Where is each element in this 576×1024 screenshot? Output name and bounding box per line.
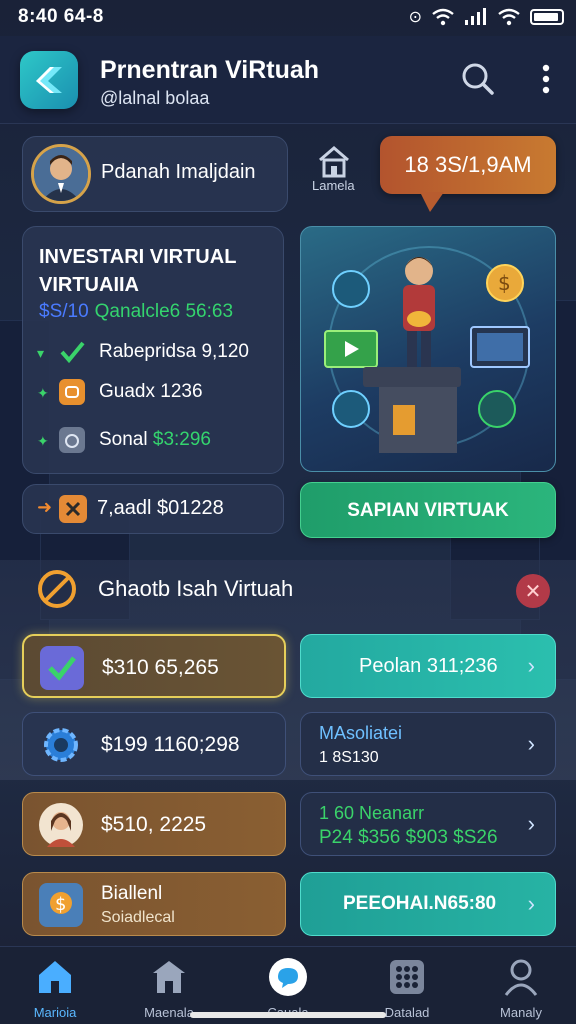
chevron-right-icon: ›: [527, 653, 535, 678]
list-action-title: MAsoliatei: [319, 723, 403, 743]
chevron-right-icon: ›: [527, 891, 535, 916]
list-action[interactable]: 1 60 Neanarr P24 $356 $903 $S26 ›: [300, 792, 556, 856]
list-item-title: Biallenl: [101, 883, 163, 904]
investment-card[interactable]: INVESTARI VIRTUAL VIRTUAIIA $S/10 Qanalcl…: [22, 226, 284, 474]
chevron-right-icon: ›: [527, 731, 535, 756]
signal-icon: [465, 8, 486, 25]
chevron-right-icon: ›: [527, 811, 535, 836]
app-title: Prnentran ViRtuah: [100, 56, 320, 84]
promo-text: 7,aadl $01228: [97, 497, 224, 519]
nav-item-profile[interactable]: Manaly: [476, 953, 566, 1020]
home-label: Lamela: [312, 178, 355, 193]
shield-icon: [59, 379, 85, 405]
store-icon: [153, 961, 185, 993]
check-badge-icon: [40, 646, 84, 690]
camera-icon: [59, 427, 85, 453]
list-value: $310 65,265: [102, 656, 219, 679]
nav-item-home[interactable]: Marioia: [10, 953, 100, 1020]
list-action-label: Peolan 311;236: [359, 655, 498, 677]
list-action-subtitle: P24 $356 $903 $S26: [319, 827, 498, 848]
app-header: Prnentran ViRtuah @lalnal bolaa: [0, 36, 576, 124]
list-item[interactable]: $199 1160;298: [22, 712, 286, 776]
woman-avatar-icon: [39, 803, 83, 847]
cta-label: SAPIAN VIRTUAK: [347, 500, 509, 521]
list-item[interactable]: $ Biallenl Soiadlecal: [22, 872, 286, 936]
list-value: $199 1160;298: [101, 733, 240, 756]
investment-row-text: Sonal $3:296: [99, 429, 212, 450]
bullet-icon: ✦: [37, 385, 49, 401]
investment-row-text: Rabepridsa 9,120: [99, 341, 249, 362]
home-indicator: [190, 1012, 386, 1018]
nav-label: Manaly: [500, 1005, 542, 1020]
list-action-label: PEEOHAI.N65:80: [343, 893, 497, 914]
time-bubble-text: 18 3S/1,9AM: [404, 152, 532, 177]
check-icon: [60, 341, 85, 364]
svg-text:$: $: [55, 894, 66, 915]
user-icon: [504, 959, 538, 996]
promo-row[interactable]: ➜ 7,aadl $01228: [22, 484, 284, 534]
investment-amount-detail: Qanalcle6 56:63: [94, 301, 234, 322]
list-item[interactable]: $510, 2225: [22, 792, 286, 856]
cta-button[interactable]: SAPIAN VIRTUAK: [300, 482, 556, 538]
bullet-icon: ✦: [37, 433, 49, 449]
alarm-icon: ⊙: [408, 9, 422, 26]
avatar: [31, 144, 91, 204]
list-action[interactable]: MAsoliatei 1 8S130 ›: [300, 712, 556, 776]
status-bar: 8:40 64-8 ⊙: [0, 0, 576, 34]
home-icon: [39, 961, 71, 993]
chat-icon: [269, 958, 307, 996]
list-action[interactable]: PEEOHAI.N65:80 ›: [300, 872, 556, 936]
investment-row[interactable]: ✦ Guadx 1236: [37, 377, 277, 407]
no-entry-icon: [38, 570, 76, 608]
nav-item-store[interactable]: Maenala: [124, 953, 214, 1020]
investor-illustration: $: [300, 226, 556, 472]
grid-icon: [390, 960, 424, 994]
list-item-subtitle: Soiadlecal: [101, 909, 175, 926]
list-action-subtitle: 1 8S130: [319, 749, 379, 766]
close-icon[interactable]: ✕: [516, 574, 550, 608]
nav-label: Marioia: [33, 1005, 77, 1020]
investor-scene-icon: $: [324, 246, 530, 453]
status-time: 8:40 64-8: [18, 6, 104, 27]
list-item[interactable]: $310 65,265: [22, 634, 286, 698]
time-bubble: 18 3S/1,9AM: [380, 136, 556, 212]
profile-card[interactable]: Pdanah Imaljdain: [22, 136, 288, 212]
app-logo: [20, 51, 78, 109]
profile-name: Pdanah Imaljdain: [101, 161, 256, 183]
investment-row[interactable]: ▾ Rabepridsa 9,120: [37, 337, 277, 367]
gear-icon: [39, 723, 83, 767]
bullet-icon: ▾: [37, 345, 45, 361]
svg-text:$: $: [498, 271, 511, 295]
more-options-icon[interactable]: [536, 62, 556, 96]
nav-item-chat[interactable]: Cauala: [243, 953, 333, 1020]
investment-title: INVESTARI VIRTUAL VIRTUAIIA: [39, 246, 237, 296]
list-value: $510, 2225: [101, 813, 207, 836]
investment-amount: $S/10 Qanalcle6 56:63: [39, 301, 233, 323]
list-action[interactable]: Peolan 311;236 ›: [300, 634, 556, 698]
arrow-logo-icon: [36, 67, 62, 93]
list-action-title: 1 60 Neanarr: [319, 803, 425, 823]
investment-amount-value: $S/10: [39, 301, 89, 322]
wifi-icon: [432, 8, 454, 26]
section-title: Ghaotb Isah Virtuah: [98, 576, 294, 601]
battery-icon: [530, 9, 564, 25]
arrow-right-icon: ➜: [37, 497, 53, 517]
money-avatar-icon: $: [39, 883, 83, 927]
investment-row-text: Guadx 1236: [99, 381, 203, 402]
wifi-icon-secondary: [498, 8, 520, 26]
app-subtitle: @lalnal bolaa: [100, 88, 210, 108]
person-avatar-icon: [34, 147, 88, 201]
search-icon[interactable]: [458, 60, 496, 98]
nav-item-grid[interactable]: Datalad: [362, 953, 452, 1020]
close-square-icon: [59, 495, 87, 523]
investment-row[interactable]: ✦ Sonal $3:296: [37, 425, 277, 455]
home-outline-icon[interactable]: [312, 144, 356, 180]
